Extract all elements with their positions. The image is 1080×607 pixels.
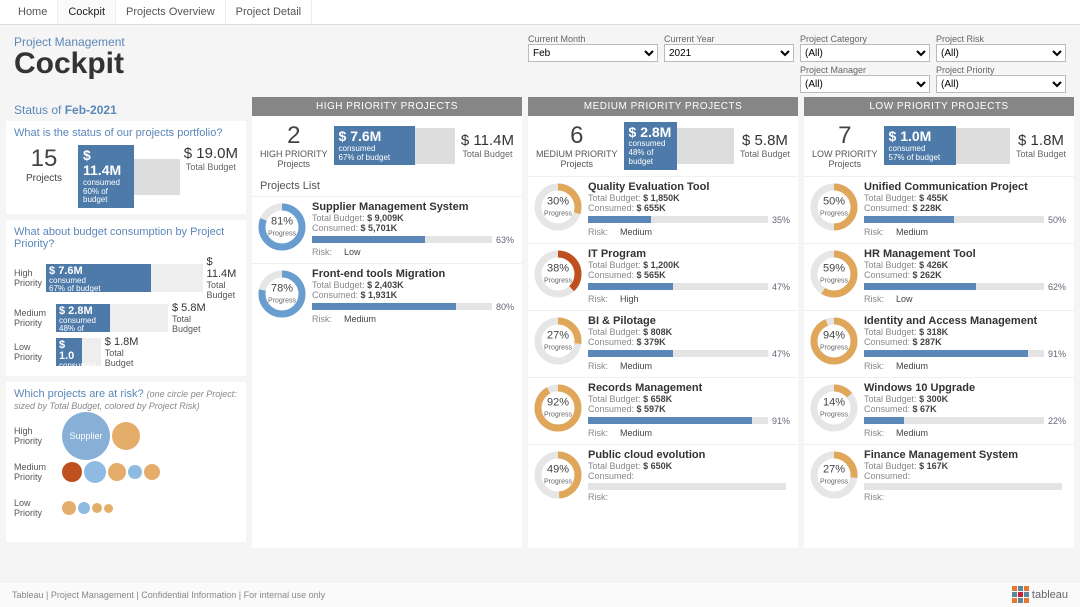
left-column: Status of Feb-2021 What is the status of… (6, 97, 246, 548)
card-title-budget: What about budget consumption by Project… (14, 226, 238, 250)
project-name: Quality Evaluation Tool (588, 181, 790, 193)
bubble-icon[interactable] (62, 462, 82, 482)
project-name: Unified Communication Project (864, 181, 1066, 193)
filter-label-month: Current Month (528, 35, 658, 44)
bubble-icon[interactable] (78, 502, 90, 514)
card-title-risk: Which projects are at risk? (one circle … (14, 388, 238, 412)
project-item[interactable]: 50%Progress Unified Communication Projec… (804, 176, 1074, 243)
filter-select-year[interactable]: 2021 (664, 44, 794, 62)
projects-list-label: Projects List (252, 176, 522, 196)
project-item[interactable]: 78%Progress Front-end tools Migration To… (252, 263, 522, 330)
portfolio-consumed: $ 11.4M (83, 148, 129, 179)
footer-text: Tableau | Project Management | Confident… (12, 590, 325, 600)
tab-projects-overview[interactable]: Projects Overview (116, 0, 226, 24)
project-name: Front-end tools Migration (312, 268, 514, 280)
donut-progress: 14%Progress (808, 382, 860, 434)
priority-row: LowPriority $ 1.0consumed57% $ 1.8MTotal… (14, 336, 238, 368)
donut-progress: 50%Progress (808, 181, 860, 233)
tab-project-detail[interactable]: Project Detail (226, 0, 312, 24)
project-item[interactable]: 92%Progress Records Management Total Bud… (528, 377, 798, 444)
bubble-icon[interactable] (108, 463, 126, 481)
priority-column: LOW PRIORITY PROJECTS 7LOW PRIORITYProje… (804, 97, 1074, 548)
bubble-icon[interactable]: Supplier (62, 412, 110, 460)
page-header: Project Management Cockpit Current Month… (0, 25, 1080, 97)
priority-row: HighPriority $ 7.6Mconsumed67% of budget… (14, 256, 238, 300)
bubble-icon[interactable] (128, 465, 142, 479)
donut-progress: 59%Progress (808, 248, 860, 300)
priority-column: MEDIUM PRIORITY PROJECTS 6MEDIUM PRIORIT… (528, 97, 798, 548)
filter-label-risk: Project Risk (936, 35, 1066, 44)
filter-select-priority[interactable]: (All) (936, 75, 1066, 93)
project-name: Windows 10 Upgrade (864, 382, 1066, 394)
filter-label-manager: Project Manager (800, 66, 930, 75)
project-item[interactable]: 38%Progress IT Program Total Budget: $ 1… (528, 243, 798, 310)
top-tabs: Home Cockpit Projects Overview Project D… (0, 0, 1080, 25)
portfolio-count: 15 (14, 145, 74, 173)
project-name: BI & Pilotage (588, 315, 790, 327)
donut-progress: 81%Progress (256, 201, 308, 253)
priority-row: MediumPriority $ 2.8Mconsumed48% of budg… (14, 302, 238, 334)
project-name: HR Management Tool (864, 248, 1066, 260)
donut-progress: 78%Progress (256, 268, 308, 320)
bubble-icon[interactable] (92, 503, 102, 513)
donut-progress: 94%Progress (808, 315, 860, 367)
donut-progress: 30%Progress (532, 181, 584, 233)
card-budget-priority: What about budget consumption by Project… (6, 220, 246, 376)
donut-progress: 49%Progress (532, 449, 584, 501)
donut-progress: 27%Progress (532, 315, 584, 367)
project-item[interactable]: 94%Progress Identity and Access Manageme… (804, 310, 1074, 377)
section-header: HIGH PRIORITY PROJECTS (252, 97, 522, 116)
card-title-status: What is the status of our projects portf… (14, 127, 238, 139)
section-header: MEDIUM PRIORITY PROJECTS (528, 97, 798, 116)
project-item[interactable]: 27%Progress Finance Management System To… (804, 444, 1074, 508)
project-item[interactable]: 81%Progress Supplier Management System T… (252, 196, 522, 263)
footer: Tableau | Project Management | Confident… (0, 581, 1080, 607)
filter-label-year: Current Year (664, 35, 794, 44)
bubble-icon[interactable] (84, 461, 106, 483)
donut-progress: 92%Progress (532, 382, 584, 434)
donut-progress: 38%Progress (532, 248, 584, 300)
filter-select-category[interactable]: (All) (800, 44, 930, 62)
bubble-icon[interactable] (112, 422, 140, 450)
filter-select-manager[interactable]: (All) (800, 75, 930, 93)
page-title: Cockpit (14, 47, 125, 81)
tab-home[interactable]: Home (8, 0, 58, 24)
project-item[interactable]: 59%Progress HR Management Tool Total Bud… (804, 243, 1074, 310)
project-item[interactable]: 27%Progress BI & Pilotage Total Budget: … (528, 310, 798, 377)
card-risk-bubbles: Which projects are at risk? (one circle … (6, 382, 246, 542)
tableau-logo-icon (1012, 586, 1029, 603)
project-name: Finance Management System (864, 449, 1066, 461)
status-of: Status of Feb-2021 (6, 97, 246, 121)
bubble-icon[interactable] (144, 464, 160, 480)
filter-select-month[interactable]: Feb (528, 44, 658, 62)
project-name: Supplier Management System (312, 201, 514, 213)
project-name: IT Program (588, 248, 790, 260)
project-item[interactable]: 14%Progress Windows 10 Upgrade Total Bud… (804, 377, 1074, 444)
portfolio-total: $ 19.0M (184, 145, 238, 162)
project-name: Records Management (588, 382, 790, 394)
filter-label-priority: Project Priority (936, 66, 1066, 75)
tableau-logo: tableau (1012, 586, 1068, 603)
filter-label-category: Project Category (800, 35, 930, 44)
card-portfolio-status: What is the status of our projects portf… (6, 121, 246, 214)
section-header: LOW PRIORITY PROJECTS (804, 97, 1074, 116)
tab-cockpit[interactable]: Cockpit (58, 0, 116, 24)
bubble-icon[interactable] (104, 504, 113, 513)
main: Status of Feb-2021 What is the status of… (0, 97, 1080, 548)
priority-column: HIGH PRIORITY PROJECTS 2HIGH PRIORITYPro… (252, 97, 522, 548)
project-item[interactable]: 30%Progress Quality Evaluation Tool Tota… (528, 176, 798, 243)
filter-select-risk[interactable]: (All) (936, 44, 1066, 62)
bubble-icon[interactable] (62, 501, 76, 515)
donut-progress: 27%Progress (808, 449, 860, 501)
project-name: Identity and Access Management (864, 315, 1066, 327)
project-name: Public cloud evolution (588, 449, 790, 461)
filters: Current Month Feb Current Year 2021 Proj… (528, 35, 1066, 93)
project-item[interactable]: 49%Progress Public cloud evolution Total… (528, 444, 798, 508)
